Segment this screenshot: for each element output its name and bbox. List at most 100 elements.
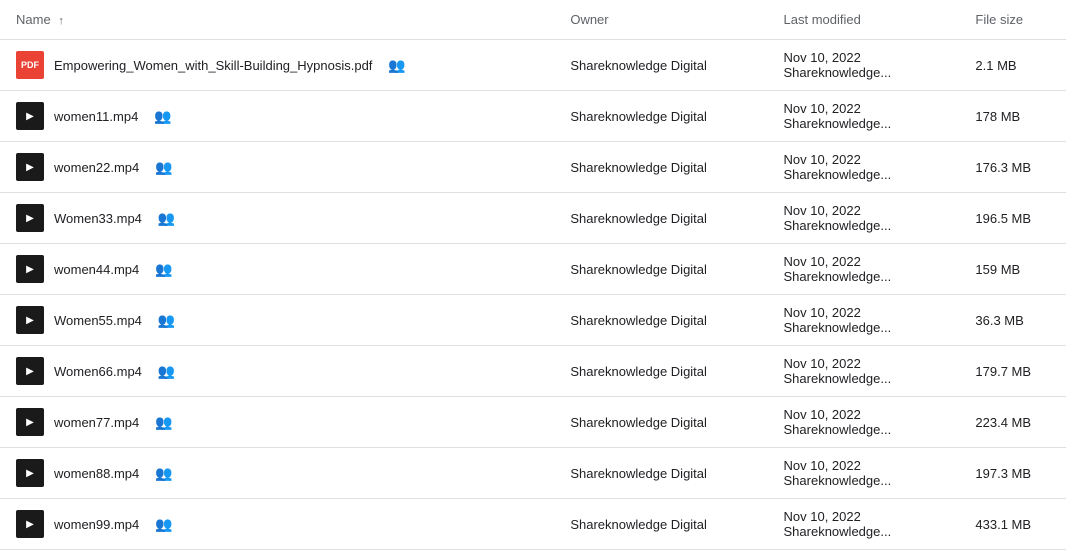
owner-text: Shareknowledge Digital (570, 517, 707, 532)
owner-text: Shareknowledge Digital (570, 211, 707, 226)
video-icon (16, 357, 44, 385)
file-modified: Nov 10, 2022 Shareknowledge... (768, 40, 960, 91)
table-row[interactable]: women77.mp4👥Shareknowledge DigitalNov 10… (0, 397, 1066, 448)
file-name-cell-7: Women66.mp4 👥 (0, 346, 554, 397)
size-text: 433.1 MB (975, 517, 1031, 532)
file-size: 178 MB (959, 91, 1066, 142)
shared-icon: 👥 (158, 210, 175, 227)
shared-icon: 👥 (155, 159, 172, 176)
shared-icon: 👥 (154, 108, 171, 125)
column-header-name[interactable]: Name ↑ (0, 0, 554, 40)
file-name-cell-4: Women33.mp4 👥 (0, 193, 554, 244)
modified-text: Nov 10, 2022 Shareknowledge... (784, 356, 892, 386)
modified-text: Nov 10, 2022 Shareknowledge... (784, 203, 892, 233)
column-name-label: Name (16, 12, 51, 27)
file-owner: Shareknowledge Digital (554, 40, 767, 91)
file-name-cell-6: Women55.mp4👥 (0, 295, 554, 346)
file-size: 159 MB (959, 244, 1066, 295)
video-icon (16, 408, 44, 436)
file-owner: Shareknowledge Digital (554, 91, 767, 142)
size-text: 36.3 MB (975, 313, 1023, 328)
owner-text: Shareknowledge Digital (570, 109, 707, 124)
table-row[interactable]: Women33.mp4 👥 Shareknowledge Digital Nov 10… (0, 193, 1066, 244)
video-icon (16, 102, 44, 130)
file-modified: Nov 10, 2022 Shareknowledge... (768, 244, 960, 295)
modified-text: Nov 10, 2022 Shareknowledge... (784, 407, 892, 437)
modified-text: Nov 10, 2022 Shareknowledge... (784, 305, 892, 335)
table-row[interactable]: women22.mp4 👥 Shareknowledge Digital Nov 10… (0, 142, 1066, 193)
modified-text: Nov 10, 2022 Shareknowledge... (784, 509, 892, 539)
size-text: 197.3 MB (975, 466, 1031, 481)
file-name-text: Women66.mp4 (54, 364, 142, 379)
file-name-cell-9: women88.mp4 👥 (0, 448, 554, 499)
file-size: 196.5 MB (959, 193, 1066, 244)
file-name-cell-10: women99.mp4 👥 (0, 499, 554, 550)
file-name-text: Women55.mp4 (54, 313, 142, 328)
file-name-text: women44.mp4 (54, 262, 139, 277)
file-name-text: women77.mp4 (54, 415, 139, 430)
modified-text: Nov 10, 2022 Shareknowledge... (784, 254, 892, 284)
file-owner: Shareknowledge Digital (554, 448, 767, 499)
file-modified: Nov 10, 2022 Shareknowledge... (768, 499, 960, 550)
file-name-text: women88.mp4 (54, 466, 139, 481)
shared-icon: 👥 (155, 516, 172, 533)
table-row[interactable]: women44.mp4👥Shareknowledge DigitalNov 10… (0, 244, 1066, 295)
file-name-text: Empowering_Women_with_Skill-Building_Hyp… (54, 58, 372, 73)
file-modified: Nov 10, 2022 Shareknowledge... (768, 295, 960, 346)
file-modified: Nov 10, 2022 Shareknowledge... (768, 91, 960, 142)
owner-text: Shareknowledge Digital (570, 160, 707, 175)
column-modified-label: Last modified (784, 12, 861, 27)
file-owner: Shareknowledge Digital (554, 346, 767, 397)
video-icon (16, 306, 44, 334)
video-icon (16, 459, 44, 487)
file-modified: Nov 10, 2022 Shareknowledge... (768, 142, 960, 193)
modified-text: Nov 10, 2022 Shareknowledge... (784, 458, 892, 488)
size-text: 179.7 MB (975, 364, 1031, 379)
owner-text: Shareknowledge Digital (570, 313, 707, 328)
file-size: 433.1 MB (959, 499, 1066, 550)
file-size: 176.3 MB (959, 142, 1066, 193)
owner-text: Shareknowledge Digital (570, 262, 707, 277)
column-header-modified[interactable]: Last modified (768, 0, 960, 40)
file-size: 179.7 MB (959, 346, 1066, 397)
size-text: 223.4 MB (975, 415, 1031, 430)
table-header-row: Name ↑ Owner Last modified File size (0, 0, 1066, 40)
owner-text: Shareknowledge Digital (570, 415, 707, 430)
shared-icon: 👥 (388, 57, 405, 74)
size-text: 196.5 MB (975, 211, 1031, 226)
file-owner: Shareknowledge Digital (554, 244, 767, 295)
table-row[interactable]: PDF Empowering_Women_with_Skill-Building_… (0, 40, 1066, 91)
column-header-owner[interactable]: Owner (554, 0, 767, 40)
file-name-text: women22.mp4 (54, 160, 139, 175)
file-name-text: Women33.mp4 (54, 211, 142, 226)
file-list-table: Name ↑ Owner Last modified File size PDF… (0, 0, 1066, 550)
modified-text: Nov 10, 2022 Shareknowledge... (784, 50, 892, 80)
size-text: 176.3 MB (975, 160, 1031, 175)
table-row[interactable]: Women66.mp4 👥 Shareknowledge Digital Nov 10… (0, 346, 1066, 397)
video-icon (16, 153, 44, 181)
file-name-cell-2: women11.mp4 👥 (0, 91, 554, 142)
pdf-icon: PDF (16, 51, 44, 79)
file-name-text: women11.mp4 (54, 109, 138, 124)
video-icon (16, 510, 44, 538)
file-modified: Nov 10, 2022 Shareknowledge... (768, 193, 960, 244)
table-row[interactable]: women88.mp4 👥 Shareknowledge Digital Nov 10… (0, 448, 1066, 499)
file-name-text: women99.mp4 (54, 517, 139, 532)
file-size: 197.3 MB (959, 448, 1066, 499)
table-row[interactable]: women99.mp4 👥 Shareknowledge Digital Nov 10… (0, 499, 1066, 550)
file-size: 223.4 MB (959, 397, 1066, 448)
column-header-size[interactable]: File size (959, 0, 1066, 40)
file-owner: Shareknowledge Digital (554, 499, 767, 550)
owner-text: Shareknowledge Digital (570, 364, 707, 379)
shared-icon: 👥 (155, 465, 172, 482)
file-name-cell-1: PDF Empowering_Women_with_Skill-Building_… (0, 40, 554, 91)
shared-icon: 👥 (158, 363, 175, 380)
file-size: 36.3 MB (959, 295, 1066, 346)
table-row[interactable]: Women55.mp4👥 Shareknowledge Digital Nov 10… (0, 295, 1066, 346)
file-owner: Shareknowledge Digital (554, 142, 767, 193)
modified-text: Nov 10, 2022 Shareknowledge... (784, 101, 892, 131)
table-row[interactable]: women11.mp4 👥 Shareknowledge Digital Nov 10… (0, 91, 1066, 142)
file-size: 2.1 MB (959, 40, 1066, 91)
sort-icon: ↑ (58, 15, 64, 27)
file-owner: Shareknowledge Digital (554, 295, 767, 346)
